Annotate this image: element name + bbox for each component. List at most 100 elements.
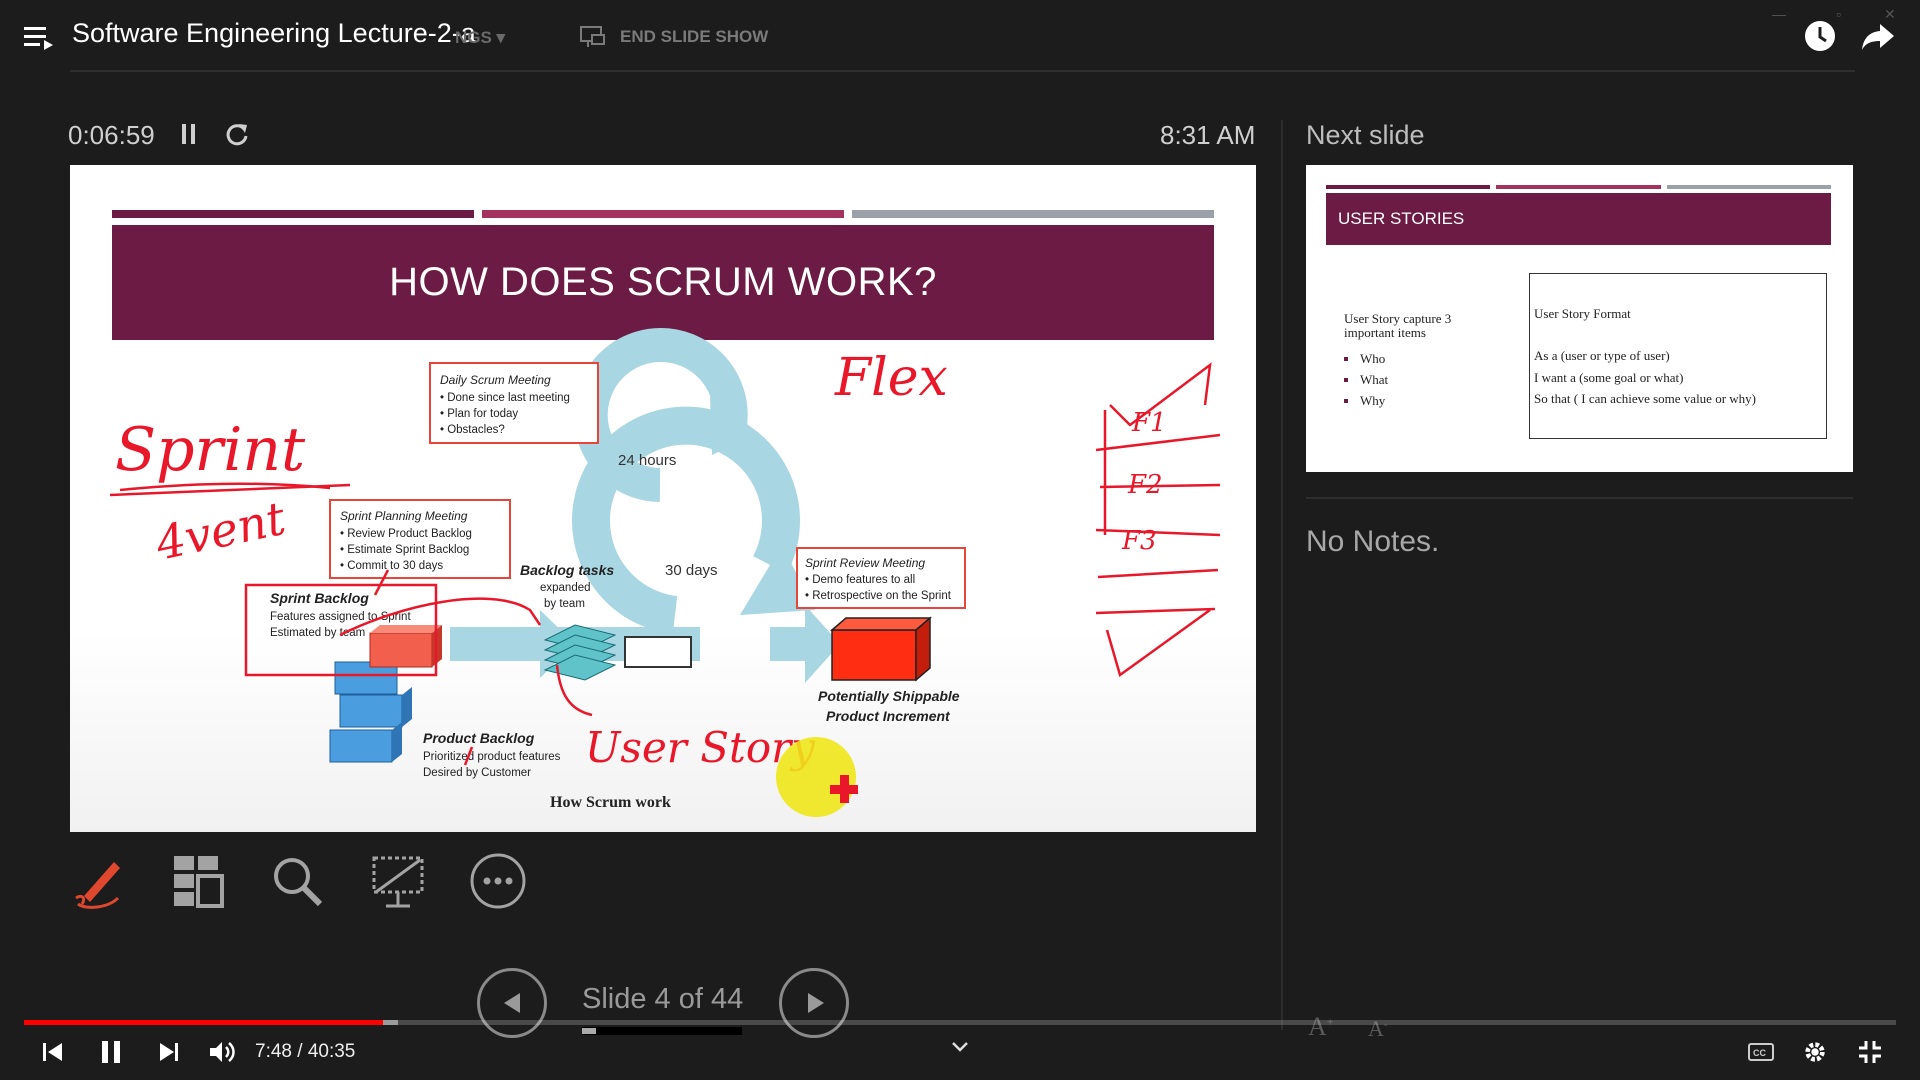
time-display: 7:48 / 40:35 [255, 1041, 355, 1063]
shippable-label: Potentially Shippable [818, 688, 960, 704]
ink-f1: F1 [1131, 408, 1167, 438]
sprint-backlog-sub: Features assigned to Sprint [270, 611, 411, 623]
watch-later-icon[interactable] [1802, 18, 1838, 54]
next-slide-label: Next slide [1306, 120, 1425, 150]
bullet-item: What [1344, 369, 1388, 390]
next-slide-banner: USER STORIES [1326, 193, 1831, 245]
accent-bar [1666, 185, 1831, 189]
review-title: Sprint Review Meeting [805, 556, 925, 570]
previous-slide-button[interactable] [477, 968, 547, 1038]
notes-divider [1306, 497, 1853, 499]
product-backlog-label: Product Backlog [423, 730, 535, 746]
presenter-tools [68, 852, 528, 910]
sprint-backlog-label: Sprint Backlog [270, 590, 369, 606]
reset-timer-icon[interactable] [224, 121, 250, 147]
minimize-ghost-icon: — [1772, 6, 1786, 22]
hours-label: 24 hours [618, 452, 676, 469]
scrum-diagram: 24 hours 30 days Daily Scrum Meeting • D… [109, 328, 1221, 817]
slide-progress-fill [582, 1028, 597, 1034]
product-backlog-blocks [329, 661, 412, 763]
shippable-label: Product Increment [826, 708, 951, 724]
zoom-icon[interactable] [268, 852, 328, 910]
sprint-box [624, 636, 692, 668]
product-increment-block [829, 616, 933, 682]
slide-counter[interactable]: Slide 4 of 44 [582, 983, 743, 1016]
ink-f3: F3 [1121, 526, 1157, 556]
speaker-notes: No Notes. [1306, 525, 1440, 558]
ink-event: 4vent [150, 491, 290, 571]
current-time-label: 7:48 [255, 1041, 292, 1062]
prev-icon [504, 993, 520, 1013]
font-increase-icon[interactable]: A+ [1308, 1012, 1334, 1042]
next-slide-bullets: Who What Why [1344, 348, 1388, 411]
next-icon [808, 993, 824, 1013]
screen-icon[interactable] [368, 852, 428, 910]
daily-item: • Obstacles? [440, 424, 505, 436]
skip-back-icon[interactable] [42, 1040, 64, 1064]
next-slide-button[interactable] [779, 968, 849, 1038]
daily-title: Daily Scrum Meeting [440, 373, 551, 387]
next-slide-title: USER STORIES [1338, 209, 1465, 228]
ink-sprint: Sprint [115, 415, 306, 485]
format-line: So that ( I can achieve some value or wh… [1534, 391, 1757, 406]
daily-item: • Done since last meeting [440, 392, 570, 404]
sprint-backlog-blocks [369, 625, 442, 668]
format-line: I want a (some goal or what) [1534, 370, 1684, 385]
menu-icon[interactable] [24, 24, 56, 50]
planning-item: • Commit to 30 days [340, 560, 443, 572]
ink-f2: F2 [1127, 470, 1163, 500]
current-slide[interactable]: HOW DOES SCRUM WORK? 24 hours 30 days Da… [70, 165, 1256, 832]
pen-icon[interactable] [68, 852, 128, 910]
planning-item: • Estimate Sprint Backlog [340, 544, 469, 556]
planning-title: Sprint Planning Meeting [340, 509, 468, 523]
ghost-settings-menu: NGS ▾ [455, 28, 506, 47]
days-label: 30 days [665, 562, 718, 579]
skip-forward-icon[interactable] [158, 1040, 180, 1064]
end-slide-show-label: END SLIDE SHOW [620, 27, 769, 46]
backlog-tasks-sub: by team [544, 598, 585, 610]
settings-icon[interactable] [1802, 1040, 1828, 1064]
elapsed-timer: 0:06:59 [68, 120, 155, 150]
accent-bar [1326, 185, 1491, 189]
planning-item: • Review Product Backlog [340, 528, 472, 540]
review-item: • Retrospective on the Sprint [805, 590, 952, 602]
next-slide-preview[interactable]: USER STORIES User Story capture 3 import… [1306, 165, 1853, 472]
end-slide-show-button: END SLIDE SHOW [580, 26, 768, 48]
current-time: 8:31 AM [1160, 120, 1256, 150]
slide-caption: How Scrum work [550, 794, 671, 811]
backlog-tasks-label: Backlog tasks [520, 562, 614, 578]
time-separator: / [297, 1041, 303, 1062]
slides-grid-icon[interactable] [168, 852, 228, 910]
product-backlog-sub: Desired by Customer [423, 767, 531, 779]
captions-icon[interactable]: CC [1748, 1040, 1774, 1064]
video-progress-bar[interactable] [24, 1020, 1896, 1025]
share-icon[interactable] [1860, 18, 1896, 54]
format-title: User Story Format [1534, 306, 1631, 321]
bullet-item: Who [1344, 348, 1388, 369]
review-item: • Demo features to all [805, 574, 915, 586]
backlog-tasks-sub: expanded [540, 582, 591, 594]
ink-flex: Flex [834, 348, 948, 408]
top-divider [70, 70, 1855, 72]
chevron-down-icon[interactable] [951, 1040, 969, 1054]
pane-divider[interactable] [1281, 120, 1283, 1030]
product-backlog-sub: Prioritized product features [423, 751, 561, 763]
pointer-cursor [776, 737, 858, 817]
bullet-item: Why [1344, 390, 1388, 411]
daily-item: • Plan for today [440, 408, 518, 420]
more-options-icon[interactable] [468, 852, 528, 910]
format-line: As a (user or type of user) [1534, 348, 1670, 363]
duration-label: 40:35 [307, 1041, 356, 1062]
youtube-player: Software Engineering Lecture-2-a NGS ▾ E… [0, 0, 1920, 1080]
user-story-format-box: User Story Format As a (user or type of … [1529, 273, 1827, 439]
end-show-icon [580, 26, 605, 47]
pause-timer-icon[interactable] [182, 124, 196, 144]
top-right-actions [1802, 18, 1896, 54]
next-slide-accent-bars [1326, 185, 1831, 189]
play-pause-icon[interactable] [100, 1040, 124, 1064]
exit-fullscreen-icon[interactable] [1858, 1040, 1882, 1064]
video-played-fill [24, 1020, 384, 1025]
slide-progress-bar [582, 1027, 742, 1035]
video-title[interactable]: Software Engineering Lecture-2-a [72, 18, 476, 49]
volume-icon[interactable] [209, 1040, 235, 1064]
